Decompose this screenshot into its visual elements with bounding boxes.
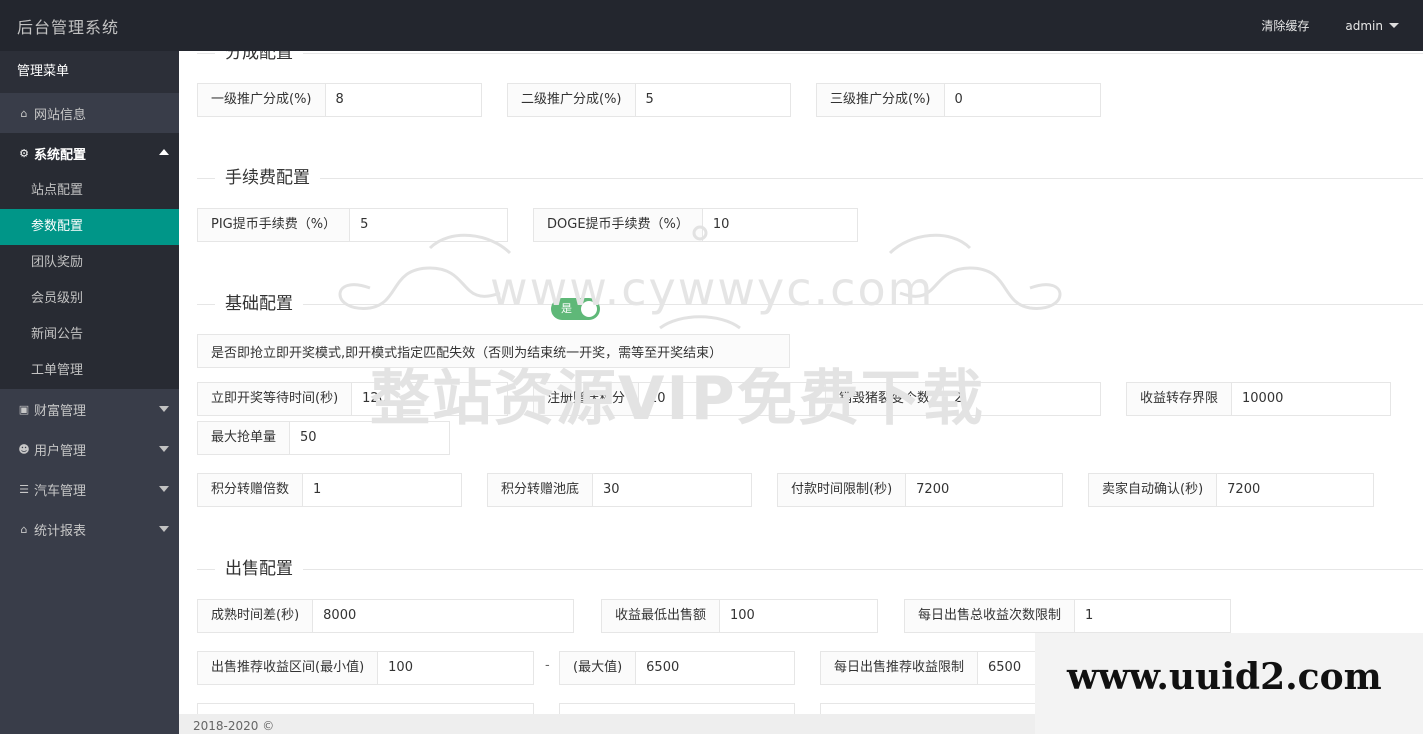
field-label: 二级推广分成(%) xyxy=(508,84,636,116)
top-bar: 后台管理系统 清除缓存 admin xyxy=(0,0,1423,51)
section-title: 分成配置 xyxy=(215,51,303,63)
top-right-nav: 清除缓存 admin xyxy=(1261,0,1423,51)
points-multiple-input[interactable]: 1 xyxy=(303,474,461,506)
sidebar-item-label: 用户管理 xyxy=(34,443,87,459)
form-field: PIG提币手续费（%） 5 xyxy=(197,208,508,242)
sidebar-submenu: 站点配置 参数配置 团队奖励 会员级别 新闻公告 工单管理 xyxy=(0,173,179,389)
sidebar-sub-team-reward[interactable]: 团队奖励 xyxy=(0,245,179,281)
sidebar-sub-news[interactable]: 新闻公告 xyxy=(0,317,179,353)
corner-watermark: www.uuid2.com xyxy=(1035,633,1423,734)
sidebar-item-label: 财富管理 xyxy=(34,403,87,419)
form-field: 积分转赠倍数 1 xyxy=(197,473,462,507)
field-label: 三级推广分成(%) xyxy=(817,84,945,116)
field-label: 卖家自动确认(秒) xyxy=(1089,474,1218,506)
pig-fee-input[interactable]: 5 xyxy=(350,209,507,241)
form-field: 积分转赠池底 30 xyxy=(487,473,752,507)
clear-cache-link[interactable]: 清除缓存 xyxy=(1261,17,1309,34)
sidebar-item-label: 汽车管理 xyxy=(34,483,87,499)
bars-icon: ☰ xyxy=(19,482,29,496)
level1-commission-input[interactable]: 8 xyxy=(326,84,482,116)
chevron-down-icon xyxy=(1389,23,1399,28)
sidebar-sub-tickets[interactable]: 工单管理 xyxy=(0,353,179,389)
daily-sale-limit-input[interactable]: 1 xyxy=(1075,600,1230,632)
chevron-up-icon xyxy=(159,149,169,155)
field-label: DOGE提币手续费（%） xyxy=(534,209,703,241)
min-sale-input[interactable]: 100 xyxy=(720,600,877,632)
form-field: (最大值) 6500 xyxy=(559,651,795,685)
watermark-text: 整站资源VIP免费下载 xyxy=(370,364,985,434)
sidebar-item-reports[interactable]: ⌂ 统计报表 xyxy=(0,509,179,549)
chevron-down-icon xyxy=(159,406,169,412)
section-title: 基础配置 xyxy=(215,294,303,314)
sidebar-item-label: 系统配置 xyxy=(34,147,87,163)
form-field: 成熟时间差(秒) 8000 xyxy=(197,599,574,633)
sidebar: 管理菜单 ⌂ 网站信息 ⚙ 系统配置 站点配置 参数配置 团队奖励 会员级别 新闻公… xyxy=(0,51,179,734)
section-title: 手续费配置 xyxy=(215,168,320,188)
sidebar-item-label: 网站信息 xyxy=(34,107,87,123)
field-label: 付款时间限制(秒) xyxy=(778,474,907,506)
sidebar-item-site-info[interactable]: ⌂ 网站信息 xyxy=(0,93,179,133)
form-field: 二级推广分成(%) 5 xyxy=(507,83,791,117)
field-label: PIG提币手续费（%） xyxy=(198,209,351,241)
corner-watermark-text: www.uuid2.com xyxy=(1067,656,1382,698)
section-title: 出售配置 xyxy=(215,559,303,579)
sidebar-sub-param-config[interactable]: 参数配置 xyxy=(0,209,179,245)
app-title: 后台管理系统 xyxy=(17,18,120,37)
chevron-down-icon xyxy=(159,526,169,532)
recommend-min-input[interactable]: 100 xyxy=(378,652,533,684)
field-label: 出售推荐收益区间(最小值) xyxy=(198,652,379,684)
field-label: 收益最低出售额 xyxy=(602,600,721,632)
form-field: 一级推广分成(%) 8 xyxy=(197,83,482,117)
sidebar-sub-member-level[interactable]: 会员级别 xyxy=(0,281,179,317)
level3-commission-input[interactable]: 0 xyxy=(945,84,1101,116)
form-field: DOGE提币手续费（%） 10 xyxy=(533,208,858,242)
field-label: 收益转存界限 xyxy=(1127,383,1233,415)
mature-time-input[interactable]: 8000 xyxy=(313,600,573,632)
form-field: 收益转存界限 10000 xyxy=(1126,382,1391,416)
range-separator: - xyxy=(545,658,550,673)
doge-fee-input[interactable]: 10 xyxy=(703,209,857,241)
form-field: 收益最低出售额 100 xyxy=(601,599,878,633)
sidebar-item-cars[interactable]: ☰ 汽车管理 xyxy=(0,469,179,509)
sidebar-item-label: 统计报表 xyxy=(34,523,87,539)
section-fee: 手续费配置 xyxy=(197,168,1423,188)
section-sale: 出售配置 xyxy=(197,559,1423,579)
sidebar-item-wealth[interactable]: ▣ 财富管理 xyxy=(0,389,179,429)
sidebar-sub-site-config[interactable]: 站点配置 xyxy=(0,173,179,209)
field-label: 一级推广分成(%) xyxy=(198,84,326,116)
field-label: 最大抢单量 xyxy=(198,422,291,454)
field-label: 每日出售总收益次数限制 xyxy=(905,600,1076,632)
recommend-max-input[interactable]: 6500 xyxy=(636,652,794,684)
points-pool-input[interactable]: 30 xyxy=(593,474,751,506)
form-field: 每日出售总收益次数限制 1 xyxy=(904,599,1231,633)
form-field: 卖家自动确认(秒) 7200 xyxy=(1088,473,1374,507)
user-menu[interactable]: admin xyxy=(1345,19,1399,33)
form-field: 出售推荐收益区间(最小值) 100 xyxy=(197,651,534,685)
field-label: (最大值) xyxy=(560,652,637,684)
chevron-down-icon xyxy=(159,486,169,492)
watermark-url: www.cywwyc.com xyxy=(490,262,935,316)
chevron-down-icon xyxy=(159,446,169,452)
level2-commission-input[interactable]: 5 xyxy=(636,84,791,116)
profit-limit-input[interactable]: 10000 xyxy=(1232,383,1390,415)
sidebar-item-users[interactable]: ☻ 用户管理 xyxy=(0,429,179,469)
users-icon: ☻ xyxy=(18,442,30,456)
payment-time-input[interactable]: 7200 xyxy=(906,474,1062,506)
sidebar-item-system-config[interactable]: ⚙ 系统配置 xyxy=(0,133,179,173)
sidebar-title: 管理菜单 xyxy=(0,51,179,93)
section-commission: 分成配置 xyxy=(197,51,1423,63)
home-icon: ⌂ xyxy=(20,522,28,536)
field-label: 成熟时间差(秒) xyxy=(198,600,314,632)
field-label: 积分转赠倍数 xyxy=(198,474,304,506)
field-label: 立即开奖等待时间(秒) xyxy=(198,383,353,415)
form-field: 三级推广分成(%) 0 xyxy=(816,83,1101,117)
field-label: 积分转赠池底 xyxy=(488,474,594,506)
user-name: admin xyxy=(1345,18,1383,33)
home-icon: ⌂ xyxy=(20,106,28,120)
seller-confirm-input[interactable]: 7200 xyxy=(1217,474,1373,506)
form-field: 付款时间限制(秒) 7200 xyxy=(777,473,1063,507)
money-icon: ▣ xyxy=(18,402,30,416)
gears-icon: ⚙ xyxy=(19,146,29,160)
field-label: 每日出售推荐收益限制 xyxy=(821,652,979,684)
